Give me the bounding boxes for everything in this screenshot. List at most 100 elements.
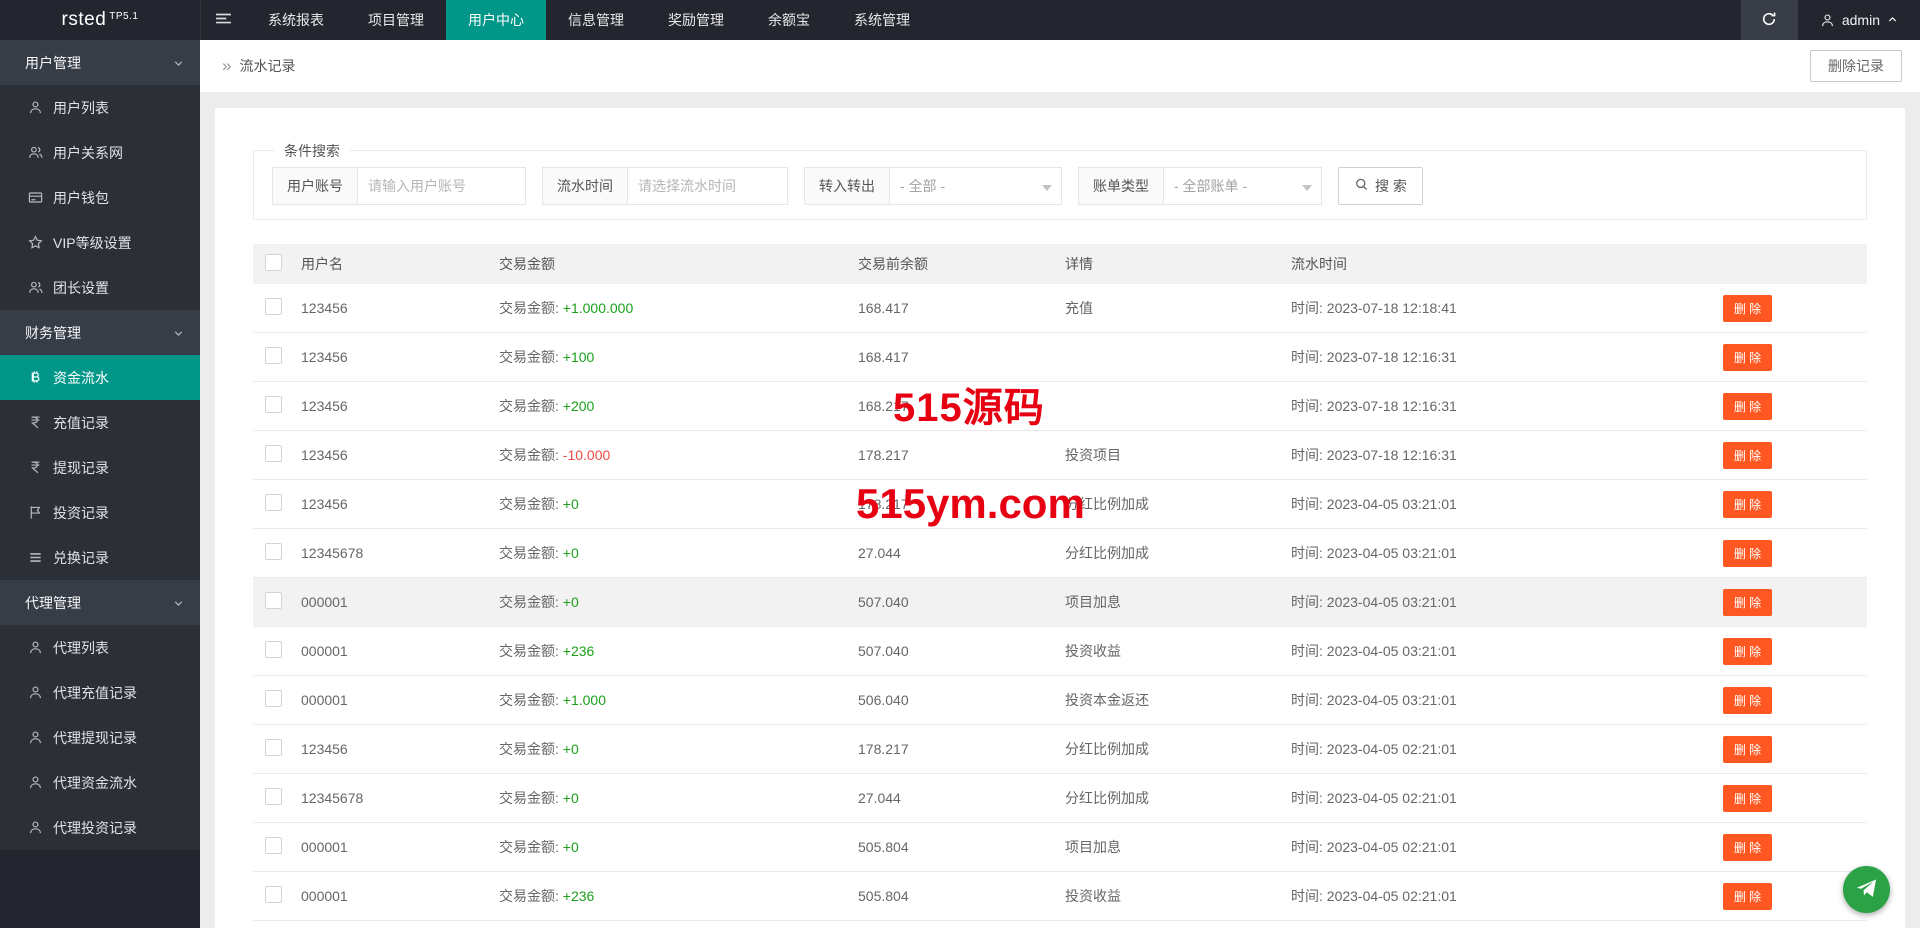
- time-input[interactable]: [628, 167, 788, 205]
- sidebar-item[interactable]: 资金流水: [0, 355, 200, 400]
- users-icon: [27, 145, 44, 160]
- row-delete-button[interactable]: 删 除: [1723, 295, 1772, 322]
- cell-balance: 506.040: [858, 692, 1065, 708]
- sidebar-section-header[interactable]: 用户管理: [0, 40, 200, 85]
- delete-records-button[interactable]: 删除记录: [1810, 50, 1902, 82]
- row-checkbox[interactable]: [265, 886, 282, 903]
- sidebar-item[interactable]: 用户钱包: [0, 175, 200, 220]
- admin-menu[interactable]: admin: [1798, 0, 1920, 40]
- cell-username: 12345678: [301, 790, 499, 806]
- row-checkbox[interactable]: [265, 543, 282, 560]
- row-checkbox[interactable]: [265, 739, 282, 756]
- cell-amount: 交易金额: -10.000: [499, 445, 858, 465]
- row-delete-button[interactable]: 删 除: [1723, 442, 1772, 469]
- nav-tab-4[interactable]: 信息管理: [546, 0, 646, 40]
- sidebar-item[interactable]: 兑换记录: [0, 535, 200, 580]
- user-icon: [27, 685, 44, 700]
- sidebar-item-label: 用户列表: [53, 98, 109, 118]
- sidebar-item[interactable]: 代理投资记录: [0, 805, 200, 850]
- cell-amount: 交易金额: +1.000: [499, 690, 858, 710]
- row-delete-button[interactable]: 删 除: [1723, 638, 1772, 665]
- row-delete-button[interactable]: 删 除: [1723, 344, 1772, 371]
- sidebar-item[interactable]: 团长设置: [0, 265, 200, 310]
- sidebar-item[interactable]: 代理资金流水: [0, 760, 200, 805]
- nav-tab-5[interactable]: 奖励管理: [646, 0, 746, 40]
- sidebar-section-title: 用户管理: [25, 53, 81, 73]
- bitcoin-icon: [27, 370, 44, 385]
- select-all-checkbox[interactable]: [265, 254, 282, 271]
- direction-select-value: - 全部 -: [900, 176, 945, 196]
- account-label: 用户账号: [272, 167, 358, 205]
- nav-tab-3[interactable]: 用户中心: [446, 0, 546, 40]
- nav-tab-6[interactable]: 余额宝: [746, 0, 832, 40]
- sidebar-item[interactable]: 用户列表: [0, 85, 200, 130]
- table-row: 123456 交易金额: -10.000 178.217 投资项目 时间: 20…: [253, 431, 1867, 480]
- nav-tab-7[interactable]: 系统管理: [832, 0, 932, 40]
- row-checkbox[interactable]: [265, 690, 282, 707]
- cell-time: 时间: 2023-07-18 12:16:31: [1291, 445, 1723, 465]
- search-panel: 条件搜索 用户账号 流水时间 转入转出 - 全部 -: [253, 150, 1867, 220]
- sidebar-item[interactable]: 代理提现记录: [0, 715, 200, 760]
- cell-amount: 交易金额: +236: [499, 886, 858, 906]
- row-checkbox[interactable]: [265, 396, 282, 413]
- sidebar-item-label: 代理提现记录: [53, 728, 137, 748]
- row-delete-button[interactable]: 删 除: [1723, 491, 1772, 518]
- row-delete-button[interactable]: 删 除: [1723, 883, 1772, 910]
- row-delete-button[interactable]: 删 除: [1723, 736, 1772, 763]
- chevron-down-icon: [173, 56, 184, 72]
- row-delete-button[interactable]: 删 除: [1723, 589, 1772, 616]
- sidebar-section-header[interactable]: 财务管理: [0, 310, 200, 355]
- nav-tab-2[interactable]: 项目管理: [346, 0, 446, 40]
- cell-amount: 交易金额: +1.000.000: [499, 298, 858, 318]
- cell-time: 时间: 2023-04-05 03:21:01: [1291, 641, 1723, 661]
- row-checkbox[interactable]: [265, 788, 282, 805]
- row-delete-button[interactable]: 删 除: [1723, 393, 1772, 420]
- sidebar-item[interactable]: 投资记录: [0, 490, 200, 535]
- flag-icon: [27, 505, 44, 520]
- row-delete-button[interactable]: 删 除: [1723, 785, 1772, 812]
- row-delete-button[interactable]: 删 除: [1723, 540, 1772, 567]
- row-checkbox[interactable]: [265, 641, 282, 658]
- cell-detail: 投资本金返还: [1065, 690, 1291, 710]
- chevron-down-icon: [1042, 185, 1052, 191]
- row-delete-button[interactable]: 删 除: [1723, 834, 1772, 861]
- cell-time: 时间: 2023-07-18 12:16:31: [1291, 396, 1723, 416]
- sidebar-item[interactable]: 用户关系网: [0, 130, 200, 175]
- user-icon: [27, 730, 44, 745]
- row-checkbox[interactable]: [265, 592, 282, 609]
- sidebar-section-header[interactable]: 代理管理: [0, 580, 200, 625]
- user-icon: [27, 820, 44, 835]
- bill-type-select[interactable]: - 全部账单 -: [1164, 167, 1322, 205]
- sidebar-item[interactable]: 提现记录: [0, 445, 200, 490]
- hamburger-menu-icon[interactable]: [200, 0, 246, 40]
- sidebar-item[interactable]: VIP等级设置: [0, 220, 200, 265]
- sidebar-item-label: 兑换记录: [53, 548, 109, 568]
- cell-username: 123456: [301, 398, 499, 414]
- row-checkbox[interactable]: [265, 494, 282, 511]
- watermark-text: 515源码: [893, 388, 1045, 428]
- direction-filter-group: 转入转出 - 全部 -: [804, 167, 1062, 205]
- row-checkbox[interactable]: [265, 347, 282, 364]
- sidebar-item[interactable]: 代理列表: [0, 625, 200, 670]
- refresh-button[interactable]: [1741, 0, 1798, 40]
- chat-float-button[interactable]: [1843, 866, 1890, 913]
- transactions-table: 用户名 交易金额 交易前余额 详情 流水时间 123456 交易金额: +1.0…: [253, 244, 1867, 928]
- cell-time: 时间: 2023-07-18 12:18:41: [1291, 298, 1723, 318]
- direction-select[interactable]: - 全部 -: [890, 167, 1062, 205]
- sidebar-item[interactable]: 代理充值记录: [0, 670, 200, 715]
- row-delete-button[interactable]: 删 除: [1723, 687, 1772, 714]
- cell-balance: 507.040: [858, 643, 1065, 659]
- account-input[interactable]: [358, 167, 526, 205]
- list-icon: [27, 550, 44, 565]
- app-logo: rsted TP5.1: [0, 0, 200, 40]
- sidebar-item[interactable]: 充值记录: [0, 400, 200, 445]
- cell-username: 000001: [301, 594, 499, 610]
- row-checkbox[interactable]: [265, 837, 282, 854]
- cell-balance: 178.217: [858, 741, 1065, 757]
- row-checkbox[interactable]: [265, 298, 282, 315]
- cell-detail: 分红比例加成: [1065, 494, 1291, 514]
- nav-tab-1[interactable]: 系统报表: [246, 0, 346, 40]
- sidebar-item-label: 团长设置: [53, 278, 109, 298]
- row-checkbox[interactable]: [265, 445, 282, 462]
- search-button[interactable]: 搜 索: [1338, 167, 1423, 205]
